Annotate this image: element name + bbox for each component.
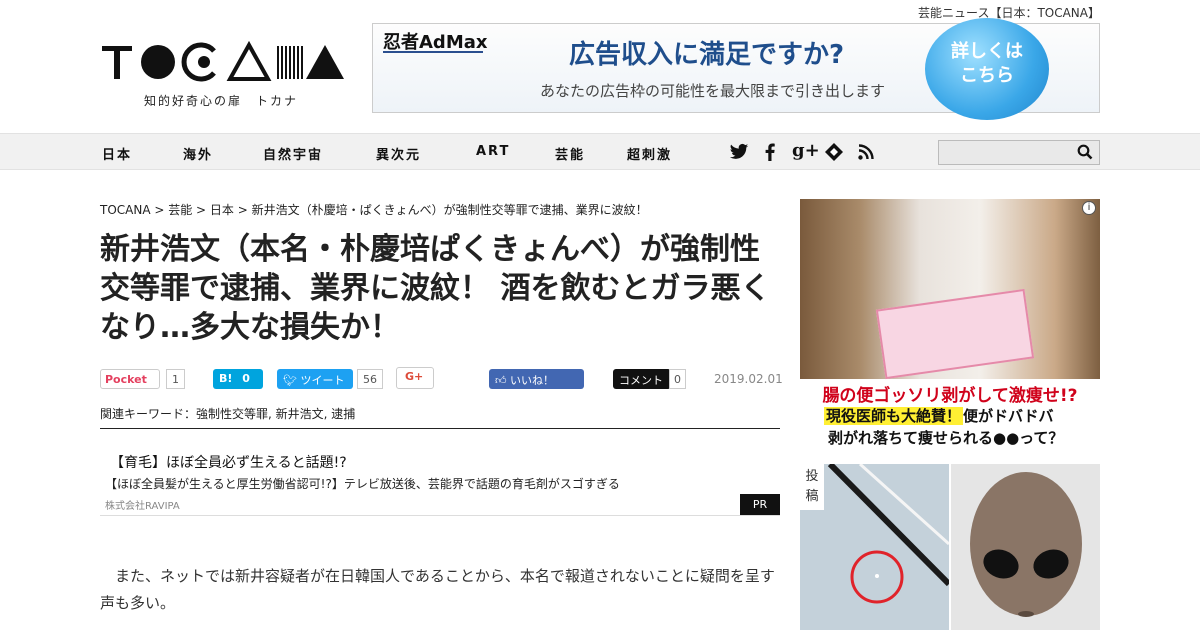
search-box[interactable] <box>938 140 1100 165</box>
banner-brand-underline <box>383 51 483 53</box>
comment-count: 0 <box>669 369 686 389</box>
nav-item-ijigen[interactable]: 異次元 <box>376 144 421 163</box>
nav-item-cho-shigeki[interactable]: 超刺激 <box>627 144 672 163</box>
site-tagline: 知的好奇心の扉 トカナ <box>144 94 299 108</box>
search-icon[interactable] <box>1077 144 1093 160</box>
comment-button[interactable]: コメント <box>613 369 671 389</box>
twitter-icon[interactable] <box>729 143 749 161</box>
nav-item-art[interactable]: ART <box>476 144 510 159</box>
banner-ad[interactable]: 忍者AdMax 広告収入に満足ですか? あなたの広告枠の可能性を最大限まで引き出… <box>372 18 1100 120</box>
breadcrumb[interactable]: TOCANA > 芸能 > 日本 > 新井浩文（朴慶培・ぱくきょんべ）が強制性交… <box>100 201 648 218</box>
tweet-bird-icon: 🐦︎ <box>283 374 297 387</box>
related-keywords[interactable]: 関連キーワード：強制性交等罪, 新井浩文, 逮捕 <box>100 405 780 429</box>
tocana-logo-mark <box>102 40 344 82</box>
tweet-count: 56 <box>357 369 383 389</box>
like-label: いいね！ <box>510 374 554 387</box>
pocket-count: 1 <box>166 369 185 389</box>
facebook-icon[interactable] <box>764 143 776 161</box>
ad-line-2-rest: 便がドバドバ <box>963 407 1054 425</box>
pocket-label: Pocket <box>105 373 147 386</box>
google-plus-share-button[interactable]: G+ <box>396 367 434 389</box>
hatena-label: B! <box>219 372 233 385</box>
main-nav: 日本 海外 自然宇宙 異次元 ART 芸能 超刺激 g+ <box>0 133 1200 170</box>
article-title: 新井浩文（本名・朴慶培ぱくきょんべ）が強制性交等罪で逮捕、業界に波紋！ 酒を飲む… <box>100 232 771 345</box>
hatena-bookmark-button[interactable]: B! 0 <box>213 369 263 389</box>
sidebar-ad-diet[interactable]: i 腸の便ゴッソリ剥がして激痩せ!? 現役医師も大絶賛！ 便がドバドバ 剥がれ落ち… <box>800 199 1100 449</box>
facebook-like-button[interactable]: 👍︎ いいね！ 189 <box>489 369 584 401</box>
post-image-alien[interactable] <box>951 464 1100 630</box>
nav-item-geino[interactable]: 芸能 <box>555 144 585 163</box>
pr-title[interactable]: 【育毛】ほぼ全員必ず生えると話題!? <box>110 452 347 472</box>
thumbs-up-icon: 👍︎ <box>495 374 507 387</box>
nav-item-shizen-uchu[interactable]: 自然宇宙 <box>263 144 323 163</box>
alien-illustration <box>951 464 1100 630</box>
comment-label: コメント <box>619 374 663 387</box>
pr-description[interactable]: 【ほぼ全員髪が生えると厚生労働省認可!?】テレビ放送後、芸能界で話題の育毛剤がス… <box>105 475 620 492</box>
pr-divider <box>100 515 780 516</box>
ad-line-2: 現役医師も大絶賛！ 便がドバドバ <box>824 405 1053 426</box>
tweet-label: ツイート <box>300 374 345 387</box>
pr-badge: PR <box>740 494 780 515</box>
banner-subline: あなたの広告枠の可能性を最大限まで引き出します <box>540 82 886 100</box>
tweet-button[interactable]: 🐦︎ ツイート <box>277 369 353 389</box>
search-input[interactable] <box>939 141 1069 164</box>
top-tag: 芸能ニュース【日本：TOCANA】 <box>918 6 1100 20</box>
rss-icon[interactable] <box>858 144 874 160</box>
article-body-paragraph: また、ネットでは新井容疑者が在日韓国人であることから、本名で報道されないことに疑… <box>100 567 775 612</box>
ad-highlight: 現役医師も大絶賛！ <box>824 407 964 425</box>
nav-item-kaigai[interactable]: 海外 <box>183 144 213 163</box>
google-plus-icon[interactable]: g+ <box>792 140 820 161</box>
pr-company: 株式会社RAVIPA <box>105 501 180 512</box>
banner-cta-button[interactable]: 詳しくは こちら <box>925 18 1049 120</box>
pocket-button[interactable]: Pocket <box>100 369 160 389</box>
ad-line-3: 剥がれ落ちて痩せられる●●って？ <box>828 429 1064 447</box>
like-count: 189 <box>499 388 520 401</box>
feedly-icon[interactable] <box>824 142 844 162</box>
nav-item-nihon[interactable]: 日本 <box>102 144 132 163</box>
banner-headline: 広告収入に満足ですか? <box>569 40 845 70</box>
post-label: 投稿 <box>800 464 824 510</box>
ad-info-icon[interactable]: i <box>1082 201 1096 215</box>
publish-date: 2019.02.01 <box>714 372 783 386</box>
site-logo[interactable] <box>100 40 345 84</box>
ad-headline: 腸の便ゴッソリ剥がして激痩せ!? <box>822 386 1078 406</box>
hatena-count: 0 <box>242 372 250 385</box>
